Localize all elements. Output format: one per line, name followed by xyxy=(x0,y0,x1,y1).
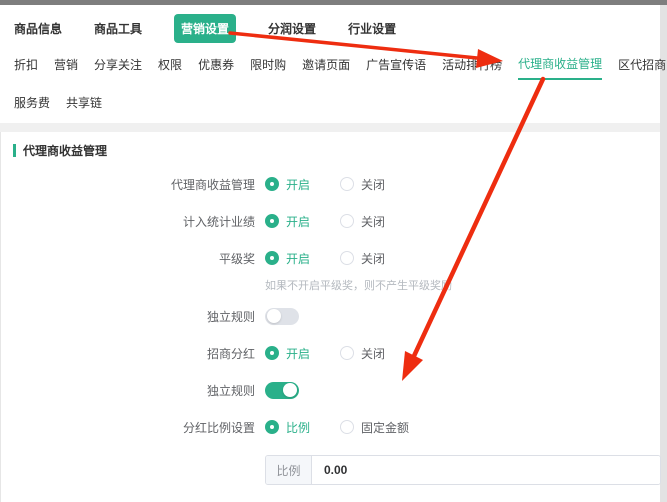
header-content-divider xyxy=(0,123,660,132)
radio-off[interactable]: 关闭 xyxy=(340,345,385,362)
radio-fixed-amount[interactable]: 固定金额 xyxy=(340,419,409,436)
radio-on[interactable]: 开启 xyxy=(265,176,310,193)
section-title-text: 代理商收益管理 xyxy=(23,142,107,159)
secondary-tab-bar-row2: 服务费 共享链 xyxy=(0,80,660,117)
radio-unselected-icon xyxy=(340,346,354,360)
form-row-independent-rule-2: 独立规则 xyxy=(13,381,660,399)
agent-income-panel: 代理商收益管理 代理商收益管理 开启 关闭 计入统计业绩 xyxy=(0,132,660,502)
tabs-header: 商品信息 商品工具 营销设置 分润设置 行业设置 折扣 营销 分享关注 权限 优… xyxy=(0,5,660,123)
radio-unselected-icon xyxy=(340,420,354,434)
radio-unselected-icon xyxy=(340,251,354,265)
tab-ad-slogan[interactable]: 广告宣传语 xyxy=(366,56,426,79)
radio-ratio[interactable]: 比例 xyxy=(265,419,310,436)
tab-profit-settings[interactable]: 分润设置 xyxy=(268,20,316,37)
field-label: 分红比例设置 xyxy=(13,419,255,436)
radio-fixed-amount-label: 固定金额 xyxy=(361,419,409,436)
radio-off[interactable]: 关闭 xyxy=(340,176,385,193)
switch-knob-icon xyxy=(283,383,297,397)
field-label: 独立规则 xyxy=(13,308,255,325)
settings-app-window: 商品信息 商品工具 营销设置 分润设置 行业设置 折扣 营销 分享关注 权限 优… xyxy=(0,5,660,496)
field-label: 代理商收益管理 xyxy=(13,176,255,193)
radio-group: 开启 关闭 xyxy=(265,345,385,362)
radio-group: 开启 关闭 xyxy=(265,213,385,230)
same-level-award-hint: 如果不开启平级奖，则不产生平级奖励 xyxy=(265,277,660,293)
tab-share-follow[interactable]: 分享关注 xyxy=(94,56,142,79)
tab-coupon[interactable]: 优惠券 xyxy=(198,56,234,79)
radio-on-label: 开启 xyxy=(286,250,310,267)
form-row-dividend-ratio-setting: 分红比例设置 比例 固定金额 xyxy=(13,418,660,436)
tab-marketing-settings[interactable]: 营销设置 xyxy=(174,14,236,43)
radio-on[interactable]: 开启 xyxy=(265,345,310,362)
ratio-input-prefix: 比例 xyxy=(266,456,312,484)
toggle-switch-off[interactable] xyxy=(265,308,299,325)
radio-off-label: 关闭 xyxy=(361,345,385,362)
radio-selected-icon xyxy=(265,420,279,434)
radio-group: 比例 固定金额 xyxy=(265,419,409,436)
tab-product-tools[interactable]: 商品工具 xyxy=(94,20,142,37)
tab-shared-chain[interactable]: 共享链 xyxy=(66,94,102,117)
tab-agent-income-management[interactable]: 代理商收益管理 xyxy=(518,55,602,80)
radio-on-label: 开启 xyxy=(286,213,310,230)
tab-service-fee[interactable]: 服务费 xyxy=(14,94,50,117)
form-row-count-stats: 计入统计业绩 开启 关闭 xyxy=(13,212,660,230)
tab-marketing[interactable]: 营销 xyxy=(54,56,78,79)
primary-tab-bar: 商品信息 商品工具 营销设置 分润设置 行业设置 xyxy=(0,5,660,47)
section-title: 代理商收益管理 xyxy=(13,142,660,159)
radio-on[interactable]: 开启 xyxy=(265,250,310,267)
switch-wrap xyxy=(265,308,299,325)
radio-unselected-icon xyxy=(340,214,354,228)
switch-wrap xyxy=(265,382,299,399)
tab-discount[interactable]: 折扣 xyxy=(14,56,38,79)
section-accent-bar xyxy=(13,144,16,157)
tab-activity-ranking[interactable]: 活动排行榜 xyxy=(442,56,502,79)
radio-off[interactable]: 关闭 xyxy=(340,250,385,267)
ratio-input[interactable] xyxy=(312,456,660,484)
radio-selected-icon xyxy=(265,251,279,265)
radio-off[interactable]: 关闭 xyxy=(340,213,385,230)
radio-group: 开启 关闭 xyxy=(265,250,385,267)
radio-selected-icon xyxy=(265,177,279,191)
form-row-independent-rule-1: 独立规则 xyxy=(13,307,660,325)
tab-industry-settings[interactable]: 行业设置 xyxy=(348,20,396,37)
tab-invite-page[interactable]: 邀请页面 xyxy=(302,56,350,79)
ratio-input-group: 比例 xyxy=(265,455,661,485)
secondary-tab-bar: 折扣 营销 分享关注 权限 优惠券 限时购 邀请页面 广告宣传语 活动排行榜 代… xyxy=(0,47,660,80)
field-label: 平级奖 xyxy=(13,250,255,267)
radio-selected-icon xyxy=(265,214,279,228)
radio-off-label: 关闭 xyxy=(361,176,385,193)
tab-product-info[interactable]: 商品信息 xyxy=(14,20,62,37)
radio-on-label: 开启 xyxy=(286,345,310,362)
form-row-agent-income: 代理商收益管理 开启 关闭 xyxy=(13,175,660,193)
field-label: 招商分红 xyxy=(13,345,255,362)
switch-knob-icon xyxy=(267,309,281,323)
page: 商品信息 商品工具 营销设置 分润设置 行业设置 折扣 营销 分享关注 权限 优… xyxy=(0,0,667,499)
radio-ratio-label: 比例 xyxy=(286,419,310,436)
toggle-switch-on[interactable] xyxy=(265,382,299,399)
radio-selected-icon xyxy=(265,346,279,360)
form-row-recruit-dividend: 招商分红 开启 关闭 xyxy=(13,344,660,362)
radio-off-label: 关闭 xyxy=(361,250,385,267)
radio-on-label: 开启 xyxy=(286,176,310,193)
radio-group: 开启 关闭 xyxy=(265,176,385,193)
tab-permissions[interactable]: 权限 xyxy=(158,56,182,79)
field-label: 独立规则 xyxy=(13,382,255,399)
radio-off-label: 关闭 xyxy=(361,213,385,230)
form-row-same-level-award: 平级奖 开启 关闭 xyxy=(13,249,660,267)
radio-unselected-icon xyxy=(340,177,354,191)
radio-on[interactable]: 开启 xyxy=(265,213,310,230)
tab-flash-sale[interactable]: 限时购 xyxy=(250,56,286,79)
field-label: 计入统计业绩 xyxy=(13,213,255,230)
tab-district-agent-recruiter[interactable]: 区代招商员 xyxy=(618,56,667,79)
